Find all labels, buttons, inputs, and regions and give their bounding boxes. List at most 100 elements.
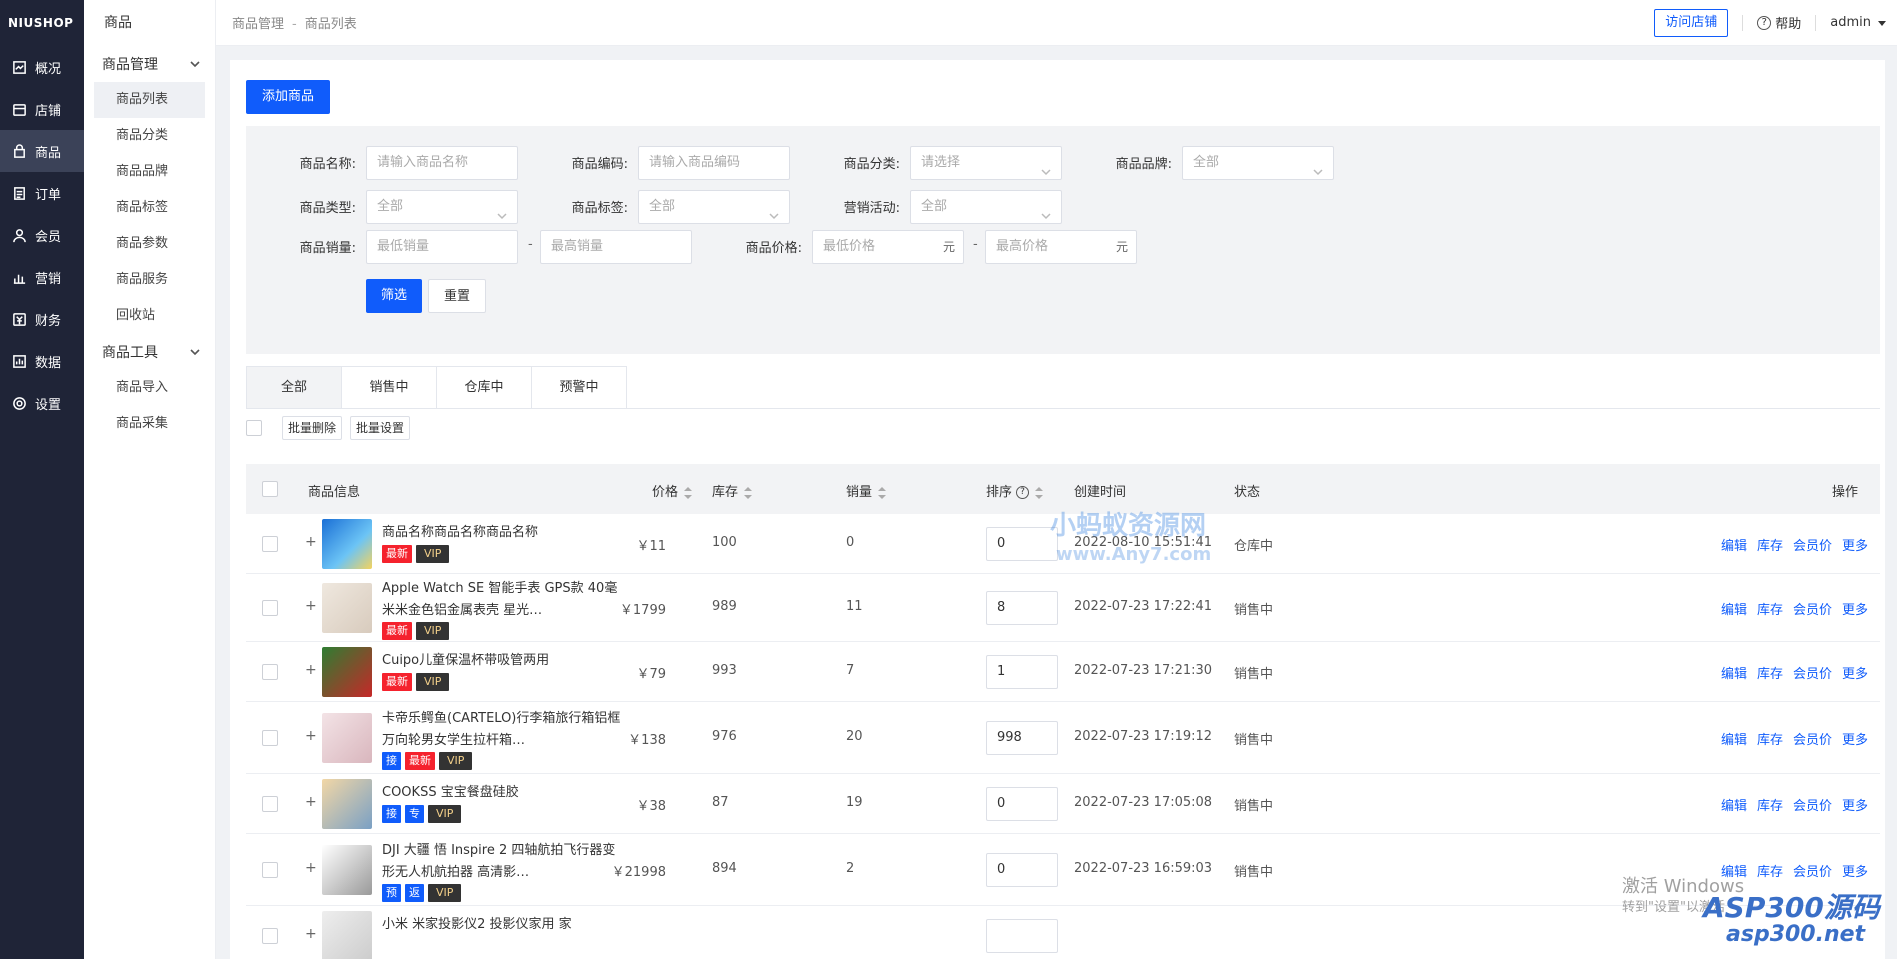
- subnav-group-goods-tools[interactable]: 商品工具: [84, 334, 215, 370]
- goods-thumbnail[interactable]: [322, 583, 372, 633]
- expand-icon[interactable]: +: [305, 534, 317, 550]
- goods-name-input[interactable]: 请输入商品名称: [366, 146, 518, 180]
- goods-thumbnail[interactable]: [322, 911, 372, 959]
- row-checkbox[interactable]: [262, 796, 278, 812]
- batch-settings-button[interactable]: 批量设置: [350, 416, 411, 440]
- member-price-link[interactable]: 会员价: [1793, 535, 1832, 554]
- sidebar-item-finance[interactable]: 财务: [0, 298, 84, 340]
- goods-type-select[interactable]: 全部: [366, 190, 518, 224]
- subnav-item-goods-params[interactable]: 商品参数: [94, 226, 205, 262]
- goods-thumbnail[interactable]: [322, 845, 372, 895]
- member-price-link[interactable]: 会员价: [1793, 663, 1832, 682]
- sidebar-item-order[interactable]: 订单: [0, 172, 84, 214]
- sales-max-input[interactable]: 最高销量: [540, 230, 692, 264]
- help-link[interactable]: ? 帮助: [1757, 13, 1801, 32]
- goods-thumbnail[interactable]: [322, 779, 372, 829]
- member-price-link[interactable]: 会员价: [1793, 861, 1832, 880]
- expand-icon[interactable]: +: [305, 662, 317, 678]
- filter-submit-button[interactable]: 筛选: [366, 279, 423, 313]
- subnav-item-goods-tag[interactable]: 商品标签: [94, 190, 205, 226]
- goods-thumbnail[interactable]: [322, 519, 372, 569]
- header-stock[interactable]: 库存: [712, 481, 753, 500]
- goods-tag-select[interactable]: 全部: [638, 190, 790, 224]
- sales-min-input[interactable]: 最低销量: [366, 230, 518, 264]
- sidebar-item-store[interactable]: 店铺: [0, 88, 84, 130]
- more-link[interactable]: 更多: [1842, 795, 1868, 814]
- filter-reset-button[interactable]: 重置: [428, 279, 487, 313]
- subnav-item-goods-import[interactable]: 商品导入: [94, 370, 205, 406]
- price-max-input[interactable]: 最高价格 元: [985, 230, 1137, 264]
- sidebar-item-settings[interactable]: 设置: [0, 382, 84, 424]
- more-link[interactable]: 更多: [1842, 729, 1868, 748]
- price-min-input[interactable]: 最低价格 元: [812, 230, 964, 264]
- sidebar-item-member[interactable]: 会员: [0, 214, 84, 256]
- stock-link[interactable]: 库存: [1757, 795, 1783, 814]
- subnav-item-goods-category[interactable]: 商品分类: [94, 118, 205, 154]
- edit-link[interactable]: 编辑: [1721, 729, 1747, 748]
- goods-brand-select[interactable]: 全部: [1182, 146, 1334, 180]
- subnav-item-goods-brand[interactable]: 商品品牌: [94, 154, 205, 190]
- row-checkbox[interactable]: [262, 600, 278, 616]
- header-checkbox[interactable]: [262, 481, 278, 497]
- edit-link[interactable]: 编辑: [1721, 599, 1747, 618]
- sort-input[interactable]: 8: [986, 591, 1058, 625]
- tab-in-warehouse[interactable]: 仓库中: [436, 366, 532, 408]
- member-price-link[interactable]: 会员价: [1793, 599, 1832, 618]
- more-link[interactable]: 更多: [1842, 663, 1868, 682]
- sidebar-item-data[interactable]: 数据: [0, 340, 84, 382]
- breadcrumb-item[interactable]: 商品管理: [232, 17, 284, 32]
- sort-input[interactable]: [986, 919, 1058, 953]
- user-menu[interactable]: admin: [1830, 15, 1887, 30]
- stock-link[interactable]: 库存: [1757, 663, 1783, 682]
- batch-delete-button[interactable]: 批量删除: [282, 416, 343, 440]
- header-sort[interactable]: 排序?: [986, 481, 1044, 500]
- header-price[interactable]: 价格: [652, 481, 693, 500]
- stock-link[interactable]: 库存: [1757, 861, 1783, 880]
- stock-link[interactable]: 库存: [1757, 729, 1783, 748]
- visit-store-button[interactable]: 访问店铺: [1654, 8, 1729, 37]
- expand-icon[interactable]: +: [305, 926, 317, 942]
- sort-input[interactable]: 0: [986, 853, 1058, 887]
- more-link[interactable]: 更多: [1842, 599, 1868, 618]
- goods-category-select[interactable]: 请选择: [910, 146, 1062, 180]
- more-link[interactable]: 更多: [1842, 535, 1868, 554]
- add-goods-button[interactable]: 添加商品: [246, 80, 331, 114]
- sidebar-item-marketing[interactable]: 营销: [0, 256, 84, 298]
- row-checkbox[interactable]: [262, 664, 278, 680]
- subnav-item-goods-service[interactable]: 商品服务: [94, 262, 205, 298]
- edit-link[interactable]: 编辑: [1721, 535, 1747, 554]
- promotion-select[interactable]: 全部: [910, 190, 1062, 224]
- row-checkbox[interactable]: [262, 730, 278, 746]
- goods-name[interactable]: 小米 米家投影仪2 投影仪家用 家: [382, 914, 622, 936]
- sidebar-item-goods[interactable]: 商品: [0, 130, 84, 172]
- goods-code-input[interactable]: 请输入商品编码: [638, 146, 790, 180]
- expand-icon[interactable]: +: [305, 728, 317, 744]
- row-checkbox[interactable]: [262, 536, 278, 552]
- subnav-item-recycle-bin[interactable]: 回收站: [94, 298, 205, 334]
- edit-link[interactable]: 编辑: [1721, 795, 1747, 814]
- expand-icon[interactable]: +: [305, 794, 317, 810]
- expand-icon[interactable]: +: [305, 860, 317, 876]
- sort-input[interactable]: 0: [986, 527, 1058, 561]
- sort-input[interactable]: 998: [986, 721, 1058, 755]
- goods-thumbnail[interactable]: [322, 713, 372, 763]
- tab-all[interactable]: 全部: [246, 366, 342, 408]
- tab-on-sale[interactable]: 销售中: [341, 366, 437, 408]
- header-sales[interactable]: 销量: [846, 481, 887, 500]
- more-link[interactable]: 更多: [1842, 861, 1868, 880]
- stock-link[interactable]: 库存: [1757, 599, 1783, 618]
- sidebar-item-overview[interactable]: 概况: [0, 46, 84, 88]
- tab-warning[interactable]: 预警中: [531, 366, 627, 408]
- member-price-link[interactable]: 会员价: [1793, 795, 1832, 814]
- subnav-item-goods-collect[interactable]: 商品采集: [94, 406, 205, 442]
- select-all-checkbox[interactable]: [246, 420, 262, 436]
- member-price-link[interactable]: 会员价: [1793, 729, 1832, 748]
- expand-icon[interactable]: +: [305, 598, 317, 614]
- row-checkbox[interactable]: [262, 862, 278, 878]
- sort-input[interactable]: 1: [986, 655, 1058, 689]
- stock-link[interactable]: 库存: [1757, 535, 1783, 554]
- edit-link[interactable]: 编辑: [1721, 663, 1747, 682]
- subnav-group-goods-management[interactable]: 商品管理: [84, 46, 215, 82]
- row-checkbox[interactable]: [262, 928, 278, 944]
- goods-thumbnail[interactable]: [322, 647, 372, 697]
